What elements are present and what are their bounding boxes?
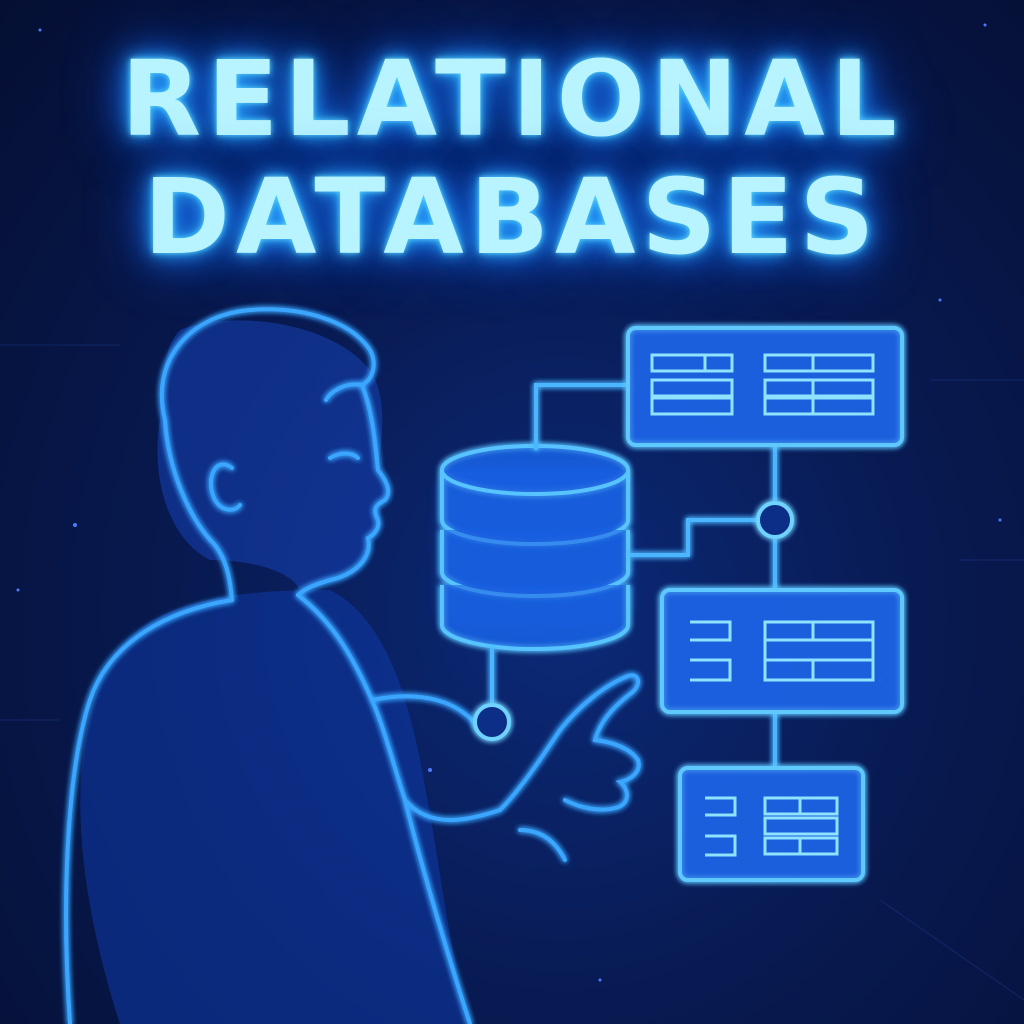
table-card-1: [626, 326, 904, 447]
table-card-icon: [626, 326, 904, 882]
table-card-2: [660, 588, 904, 714]
illustration: [0, 23, 1024, 1024]
person-figure: [64, 307, 641, 1024]
database-cylinder-icon: [440, 444, 630, 651]
table-card-3: [678, 766, 865, 882]
poster: RELATIONAL DATABASES: [0, 0, 1024, 1024]
